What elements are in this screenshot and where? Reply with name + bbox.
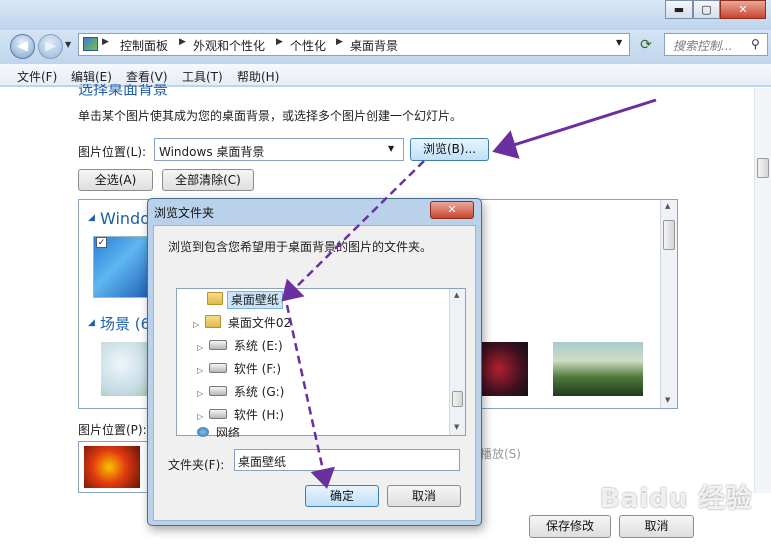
dialog-cancel-button[interactable]: 取消 bbox=[387, 485, 461, 507]
menu-bar: 文件(F) 编辑(E) 查看(V) 工具(T) 帮助(H) bbox=[0, 64, 771, 86]
breadcrumb-desktop-background[interactable]: 桌面背景 bbox=[350, 37, 398, 54]
expand-icon[interactable]: ▷ bbox=[197, 337, 209, 359]
picture-position-label: 图片位置(P): bbox=[78, 423, 147, 437]
picture-position-combobox[interactable] bbox=[78, 441, 148, 493]
group-collapse-icon[interactable]: ◢ bbox=[88, 318, 95, 328]
expand-icon[interactable]: ▷ bbox=[197, 406, 209, 428]
windows-wallpaper-thumbnail[interactable]: ✓ bbox=[93, 236, 151, 298]
scene-wallpaper-thumbnail[interactable] bbox=[101, 342, 151, 396]
scrollbar-thumb[interactable] bbox=[757, 158, 769, 178]
tree-item-drive-f[interactable]: ▷ 软件 (F:) bbox=[197, 358, 467, 380]
tree-item-drive-h[interactable]: ▷ 软件 (H:) bbox=[197, 404, 467, 426]
drive-icon bbox=[209, 386, 227, 396]
expand-icon[interactable]: ▷ bbox=[197, 360, 209, 382]
refresh-icon[interactable]: ⟳ bbox=[634, 34, 658, 56]
scrollbar-thumb[interactable] bbox=[452, 391, 463, 407]
tree-item-drive-e[interactable]: ▷ 系统 (E:) bbox=[197, 335, 467, 357]
address-bar[interactable]: ▶ 控制面板 ▶ 外观和个性化 ▶ 个性化 ▶ 桌面背景 ▼ bbox=[78, 33, 630, 56]
dialog-close-button[interactable]: ✕ bbox=[430, 201, 474, 219]
folder-label: 文件夹(F): bbox=[168, 458, 225, 472]
scrollbar-thumb[interactable] bbox=[663, 220, 675, 250]
browse-button[interactable]: 浏览(B)... bbox=[410, 138, 489, 161]
menu-file[interactable]: 文件(F) bbox=[17, 68, 57, 85]
tree-item-drive-g[interactable]: ▷ 系统 (G:) bbox=[197, 381, 467, 403]
breadcrumb-appearance[interactable]: 外观和个性化 bbox=[193, 37, 265, 54]
window-title-bar bbox=[0, 0, 771, 30]
recent-pages-dropdown[interactable]: ▼ bbox=[65, 40, 71, 49]
tree-item-desktop-files[interactable]: ▷ 桌面文件02 bbox=[193, 312, 477, 334]
thumbnail-checkbox[interactable]: ✓ bbox=[96, 237, 107, 248]
breadcrumb-control-panel[interactable]: 控制面板 bbox=[120, 37, 168, 54]
page-heading: 选择桌面背景 bbox=[78, 84, 169, 96]
drive-icon bbox=[209, 363, 227, 373]
window-scrollbar[interactable] bbox=[754, 88, 771, 493]
scroll-up-icon[interactable]: ▲ bbox=[454, 291, 459, 299]
folder-tree-scrollbar[interactable]: ▲ ▼ bbox=[449, 289, 465, 435]
browse-folder-dialog: 浏览文件夹 ✕ 浏览到包含您希望用于桌面背景的图片的文件夹。 桌面壁纸 ▷ 桌面… bbox=[147, 198, 482, 526]
maximize-button[interactable]: ▢ bbox=[693, 0, 720, 19]
clear-all-button[interactable]: 全部清除(C) bbox=[162, 169, 254, 191]
search-icon[interactable]: ⚲ bbox=[751, 37, 760, 51]
forward-button[interactable]: ▶ bbox=[38, 34, 63, 59]
address-dropdown-icon[interactable]: ▼ bbox=[616, 38, 622, 47]
cancel-button[interactable]: 取消 bbox=[619, 515, 694, 538]
chevron-down-icon: ▼ bbox=[388, 144, 395, 153]
folder-input[interactable]: 桌面壁纸 bbox=[234, 449, 460, 471]
control-panel-icon bbox=[83, 37, 98, 51]
baidu-watermark: Baidu 经验 bbox=[600, 484, 753, 514]
expand-icon[interactable]: ▷ bbox=[193, 314, 205, 336]
breadcrumb-personalization[interactable]: 个性化 bbox=[290, 37, 326, 54]
position-preview-thumbnail bbox=[84, 446, 140, 488]
back-button[interactable]: ◀ bbox=[10, 34, 35, 59]
dialog-instruction: 浏览到包含您希望用于桌面背景的图片的文件夹。 bbox=[168, 240, 433, 254]
ok-button[interactable]: 确定 bbox=[305, 485, 379, 507]
save-changes-button[interactable]: 保存修改 bbox=[529, 515, 611, 538]
expand-icon[interactable]: ▷ bbox=[197, 383, 209, 405]
tree-item-network[interactable]: 网络 bbox=[197, 427, 467, 437]
folder-icon bbox=[207, 292, 223, 305]
tree-item-desktop-wallpaper[interactable]: 桌面壁纸 bbox=[207, 289, 477, 311]
dialog-body: 浏览到包含您希望用于桌面背景的图片的文件夹。 桌面壁纸 ▷ 桌面文件02 ▷ 系… bbox=[153, 225, 476, 521]
folder-icon bbox=[205, 315, 221, 328]
minimize-button[interactable]: ▬ bbox=[665, 0, 693, 19]
select-all-button[interactable]: 全选(A) bbox=[78, 169, 153, 191]
menu-view[interactable]: 查看(V) bbox=[126, 68, 168, 85]
scene-wallpaper-thumbnail[interactable] bbox=[553, 342, 643, 396]
group-collapse-icon[interactable]: ◢ bbox=[88, 213, 95, 223]
scroll-down-icon[interactable]: ▼ bbox=[454, 423, 459, 431]
scroll-up-icon[interactable]: ▲ bbox=[665, 202, 670, 210]
menu-tools[interactable]: 工具(T) bbox=[182, 68, 223, 85]
scroll-down-icon[interactable]: ▼ bbox=[665, 396, 670, 404]
menu-edit[interactable]: 编辑(E) bbox=[71, 68, 112, 85]
slideshow-option-fragment: 播放(S) bbox=[480, 447, 521, 461]
network-icon bbox=[197, 427, 209, 437]
search-input[interactable]: 搜索控制... ⚲ bbox=[664, 33, 768, 56]
dialog-title: 浏览文件夹 bbox=[154, 206, 215, 220]
picture-list-scrollbar[interactable]: ▲ ▼ bbox=[660, 200, 677, 408]
location-combobox[interactable]: Windows 桌面背景 ▼ bbox=[154, 138, 404, 161]
group-scenes-title: 场景 (6 bbox=[100, 315, 151, 333]
menu-help[interactable]: 帮助(H) bbox=[237, 68, 279, 85]
page-description: 单击某个图片使其成为您的桌面背景，或选择多个图片创建一个幻灯片。 bbox=[78, 109, 463, 123]
drive-icon bbox=[209, 409, 227, 419]
close-button[interactable]: ✕ bbox=[720, 0, 766, 19]
group-windows-title: Windo bbox=[100, 209, 150, 228]
drive-icon bbox=[209, 340, 227, 350]
folder-tree[interactable]: 桌面壁纸 ▷ 桌面文件02 ▷ 系统 (E:) ▷ 软件 (F:) ▷ 系统 (… bbox=[176, 288, 467, 437]
location-label: 图片位置(L): bbox=[78, 145, 147, 159]
